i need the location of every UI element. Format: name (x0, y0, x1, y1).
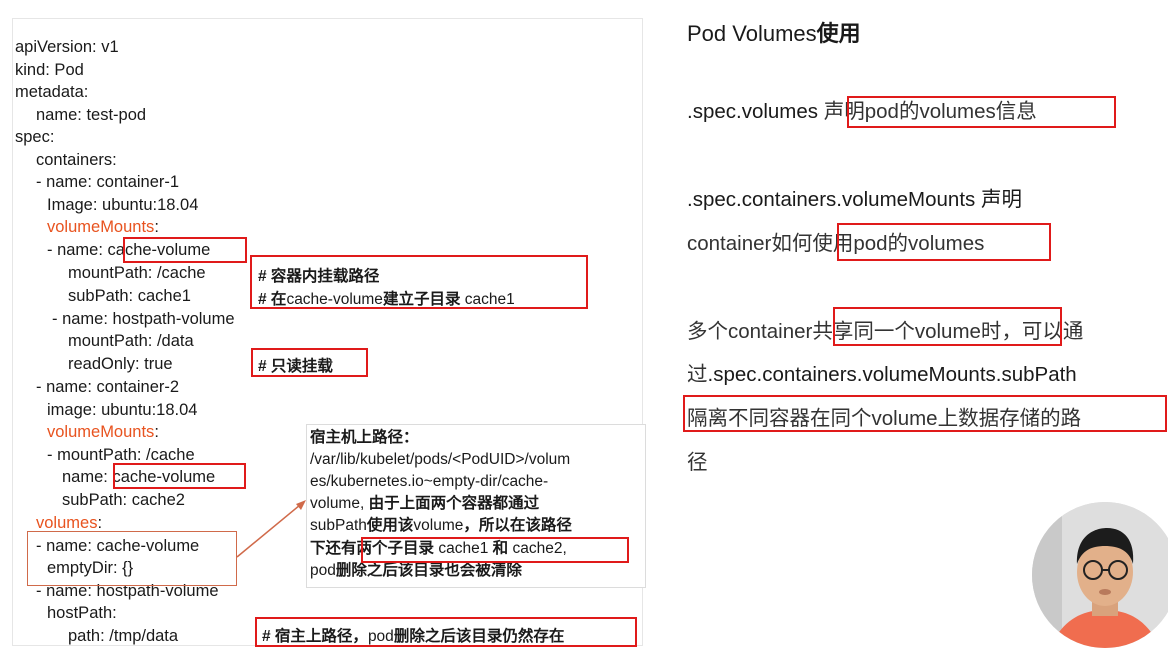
slide-title: Pod Volumes使用 (687, 16, 861, 48)
slide-text: .spec.volumes (687, 100, 824, 123)
slide-title-text: Pod Volumes (687, 21, 817, 46)
highlight-box (837, 223, 1051, 261)
presenter-video-avatar (1032, 502, 1168, 648)
presenter-icon (1032, 502, 1168, 648)
bullet-volume-mounts: .spec.containers.volumeMounts 声明 (687, 188, 1022, 211)
slide-text: 过 (687, 363, 708, 386)
slide-text: container如何 (687, 232, 813, 255)
highlight-box (833, 307, 1062, 346)
highlight-box (847, 96, 1116, 128)
bullet-subpath-4: 径 (687, 451, 708, 474)
slide-title-text: 使用 (816, 21, 861, 46)
slide-text: 多个container (687, 320, 813, 343)
highlight-box (683, 395, 1167, 432)
slide-text: .spec.containers.volumeMounts.subPath (707, 363, 1077, 386)
bullet-subpath-2: 过.spec.containers.volumeMounts.subPath (687, 362, 1077, 388)
